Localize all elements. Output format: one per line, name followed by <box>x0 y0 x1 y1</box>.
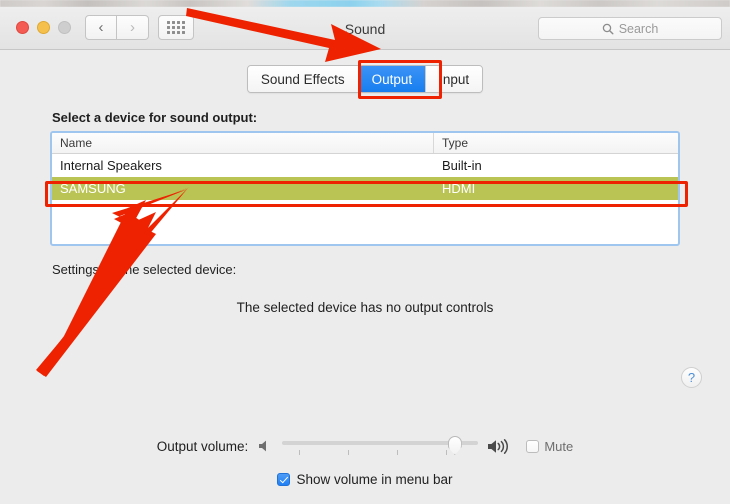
tab-sound-effects[interactable]: Sound Effects <box>247 66 359 92</box>
column-header-type[interactable]: Type <box>434 133 678 153</box>
tab-input-label: Input <box>439 71 470 87</box>
settings-for-device-label: Settings for the selected device: <box>52 262 237 277</box>
annotation-box-output-tab <box>358 60 442 99</box>
select-device-label: Select a device for sound output: <box>52 110 258 125</box>
output-volume-row: Output volume: Mute <box>0 434 730 458</box>
output-volume-slider[interactable] <box>282 434 479 458</box>
search-placeholder: Search <box>618 21 659 36</box>
no-output-controls-message: The selected device has no output contro… <box>236 300 494 315</box>
table-row[interactable]: Internal Speakers Built-in <box>52 154 678 177</box>
mute-checkbox-group[interactable]: Mute <box>526 439 573 454</box>
show-volume-in-menubar-row[interactable]: Show volume in menu bar <box>0 472 730 487</box>
device-type: Built-in <box>442 158 482 173</box>
speaker-low-icon <box>259 440 267 452</box>
search-icon <box>602 23 614 35</box>
question-mark-icon: ? <box>687 370 696 385</box>
table-header-row: Name Type <box>52 133 678 154</box>
speaker-high-icon <box>488 438 509 454</box>
output-volume-label: Output volume: <box>156 438 249 454</box>
search-field[interactable]: Search <box>538 17 722 40</box>
desktop-background-strip <box>0 0 730 7</box>
slider-tick-marks <box>282 450 478 456</box>
show-volume-checkbox[interactable] <box>277 473 291 486</box>
tab-sound-effects-label: Sound Effects <box>260 71 345 87</box>
show-volume-label: Show volume in menu bar <box>296 472 453 487</box>
annotation-box-selected-row <box>45 181 688 207</box>
device-name: Internal Speakers <box>60 158 162 173</box>
mute-checkbox[interactable] <box>526 439 540 453</box>
column-header-name[interactable]: Name <box>52 133 434 153</box>
window-titlebar: ‹ › Sound Search <box>0 7 730 50</box>
help-button[interactable]: ? <box>681 367 702 388</box>
sound-preferences-window: ‹ › Sound Search Sound Effects Output In… <box>0 0 730 504</box>
mute-label: Mute <box>544 438 574 454</box>
